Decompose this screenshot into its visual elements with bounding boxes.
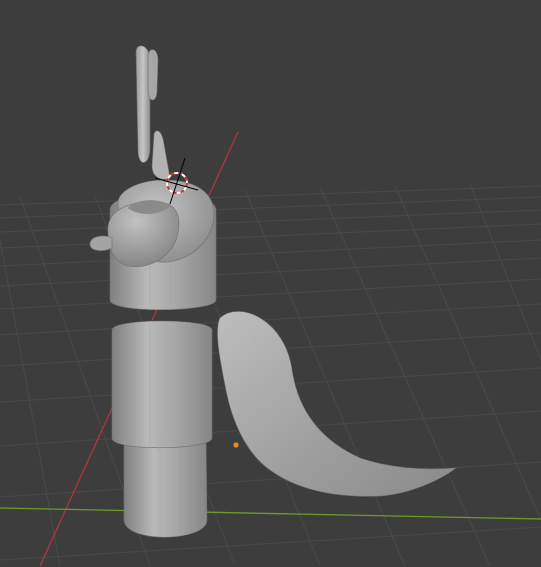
3d-viewport[interactable] [0, 0, 541, 567]
upper-leg-mesh [111, 320, 213, 449]
right-ear-mesh [147, 49, 159, 101]
object-origin-icon [233, 442, 239, 448]
viewport-canvas[interactable] [0, 0, 541, 567]
chin-mesh [89, 235, 113, 251]
